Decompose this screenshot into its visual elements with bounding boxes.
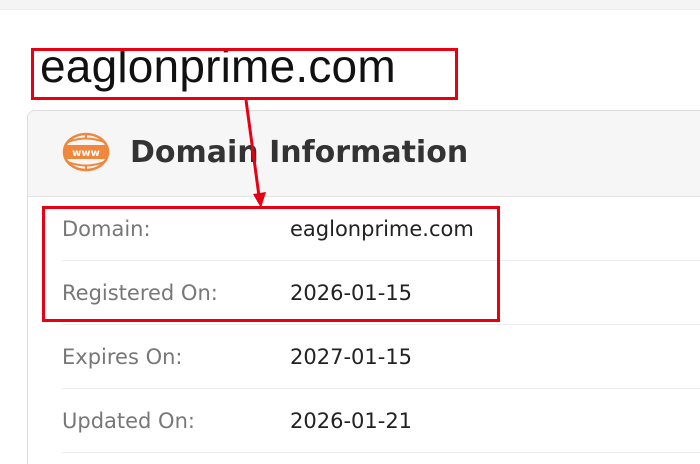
row-value: 2027-01-15 bbox=[290, 345, 413, 369]
card-header: www Domain Information bbox=[28, 111, 700, 197]
domain-info-page: eaglonprime.com www Domain Information D… bbox=[0, 0, 700, 464]
www-icon-text: www bbox=[72, 148, 100, 159]
card-title: Domain Information bbox=[130, 135, 469, 170]
annotation-box-rows bbox=[42, 206, 500, 322]
annotation-box-heading bbox=[31, 48, 458, 100]
row-value: 2026-01-21 bbox=[290, 409, 413, 433]
info-row-expires-on: Expires On: 2027-01-15 bbox=[62, 325, 700, 389]
row-label: Updated On: bbox=[62, 409, 195, 433]
top-bar bbox=[0, 0, 700, 10]
info-row-updated-on: Updated On: 2026-01-21 bbox=[62, 389, 700, 453]
www-globe-icon: www bbox=[62, 132, 110, 172]
row-label: Expires On: bbox=[62, 345, 183, 369]
